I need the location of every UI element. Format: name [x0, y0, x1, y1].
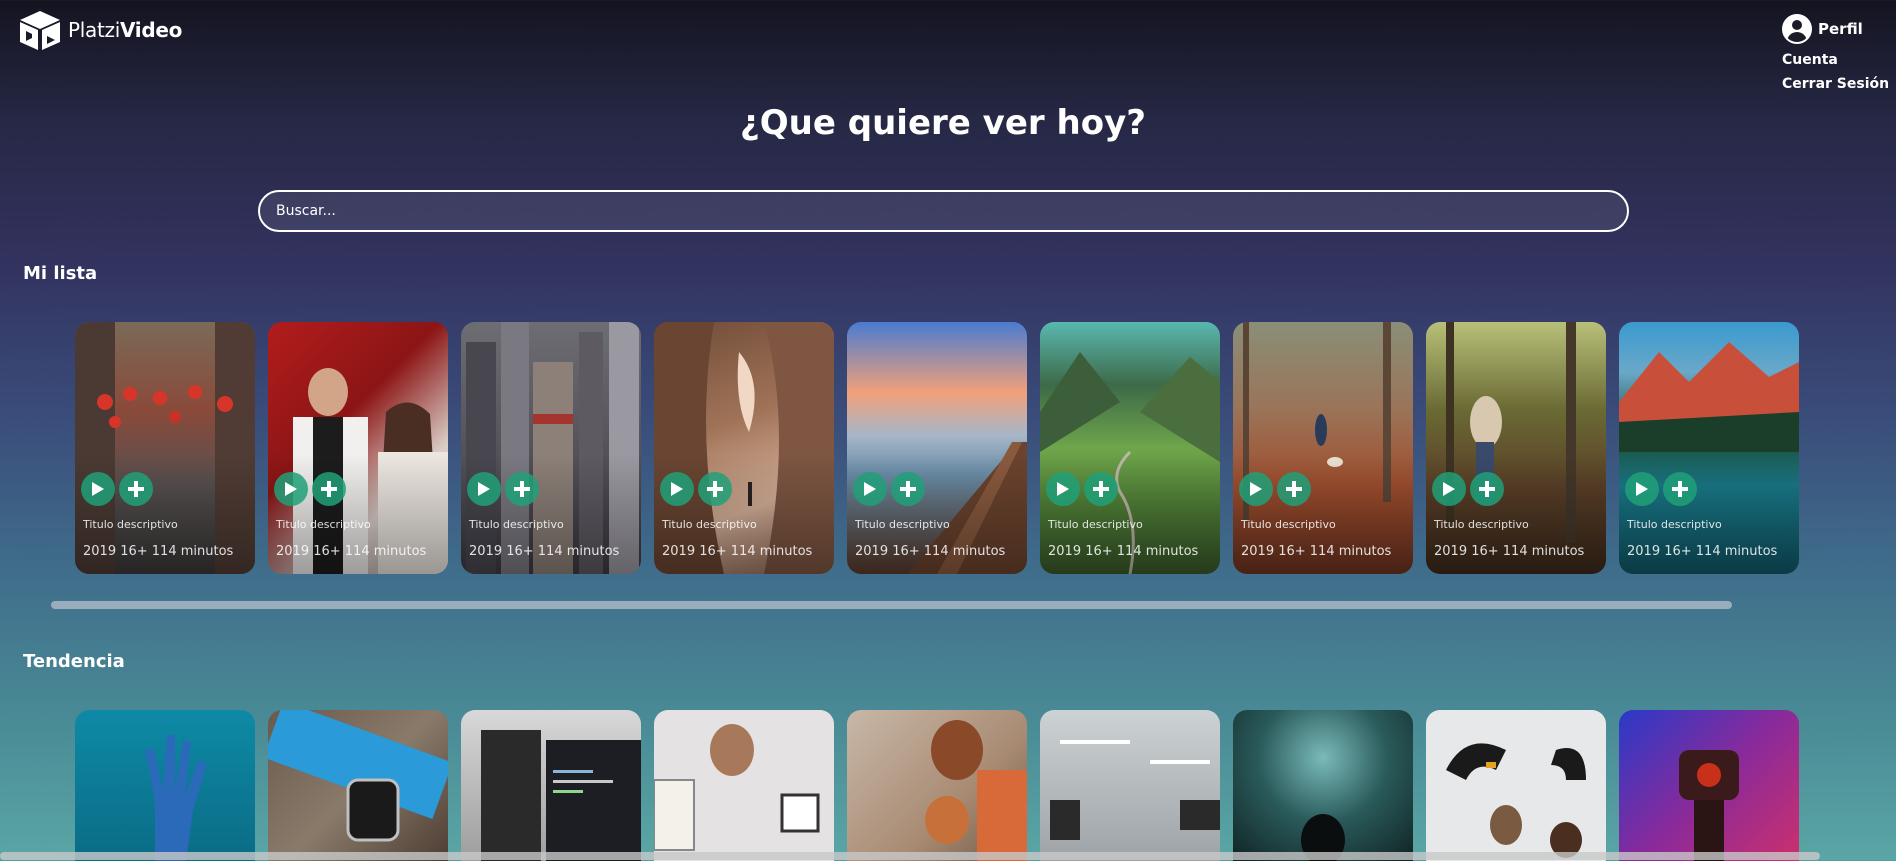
card-actions [81, 472, 153, 506]
card-actions [1625, 472, 1697, 506]
card-meta: 2019 16+ 114 minutos [1048, 544, 1199, 559]
play-icon[interactable] [81, 472, 115, 506]
card-title: Titulo descriptivo [855, 518, 950, 531]
card-title: Titulo descriptivo [276, 518, 371, 531]
plus-icon[interactable] [1470, 472, 1504, 506]
play-icon[interactable] [467, 472, 501, 506]
computer-code-image [481, 730, 641, 861]
card-actions [1432, 472, 1504, 506]
robot-neon-image [1679, 750, 1739, 861]
carousel-item[interactable]: Titulo descriptivo 2019 16+ 114 minutos [1426, 322, 1606, 574]
play-icon[interactable] [1432, 472, 1466, 506]
carousel-scrollbar[interactable] [51, 601, 1732, 609]
play-icon[interactable] [853, 472, 887, 506]
page-title: ¿Que quiere ver hoy? [740, 103, 1146, 143]
mother-child-laptop-image [925, 720, 1027, 861]
wall-decor-image [654, 724, 820, 851]
card-title: Titulo descriptivo [1241, 518, 1336, 531]
menu-item-cuenta[interactable]: Cuenta [1782, 52, 1889, 68]
page-scrollbar[interactable] [0, 852, 1820, 860]
play-icon[interactable] [660, 472, 694, 506]
robot-arms-lab-image [1446, 743, 1586, 858]
card-title: Titulo descriptivo [662, 518, 757, 531]
plus-icon[interactable] [1277, 472, 1311, 506]
play-icon[interactable] [274, 472, 308, 506]
card-meta: 2019 16+ 114 minutos [83, 544, 234, 559]
card-title: Titulo descriptivo [83, 518, 178, 531]
carousel-mi-lista[interactable]: Titulo descriptivo 2019 16+ 114 minutos … [75, 322, 1799, 574]
carousel-item[interactable] [268, 710, 448, 861]
card-meta: 2019 16+ 114 minutos [1241, 544, 1392, 559]
logo[interactable]: PlatziVideo [18, 9, 182, 51]
plus-icon[interactable] [312, 472, 346, 506]
card-meta: 2019 16+ 114 minutos [469, 544, 620, 559]
carousel-item[interactable] [1233, 710, 1413, 861]
card-title: Titulo descriptivo [1048, 518, 1143, 531]
card-meta: 2019 16+ 114 minutos [276, 544, 427, 559]
carousel-item[interactable] [1619, 710, 1799, 861]
logo-text-light: Platzi [68, 18, 120, 42]
logo-text: PlatziVideo [68, 18, 182, 42]
plus-icon[interactable] [698, 472, 732, 506]
carousel-item[interactable]: Titulo descriptivo 2019 16+ 114 minutos [1619, 322, 1799, 574]
card-actions [660, 472, 732, 506]
plus-icon[interactable] [891, 472, 925, 506]
plus-icon[interactable] [119, 472, 153, 506]
card-actions [853, 472, 925, 506]
profile-menu: Perfil Cuenta Cerrar Sesión [1782, 14, 1889, 92]
carousel-item[interactable]: Titulo descriptivo 2019 16+ 114 minutos [654, 322, 834, 574]
carousel-item[interactable]: Titulo descriptivo 2019 16+ 114 minutos [1040, 322, 1220, 574]
profile-label: Perfil [1818, 20, 1863, 38]
user-avatar-icon [1782, 14, 1812, 44]
carousel-item[interactable] [75, 710, 255, 861]
carousel-item[interactable] [654, 710, 834, 861]
card-title: Titulo descriptivo [469, 518, 564, 531]
header: PlatziVideo Perfil Cuenta Cerrar Sesión [0, 0, 1896, 92]
section-title-tendencia: Tendencia [23, 651, 125, 672]
carousel-item[interactable]: Titulo descriptivo 2019 16+ 114 minutos [847, 322, 1027, 574]
carousel-tendencia[interactable] [75, 710, 1799, 861]
carousel-item[interactable]: Titulo descriptivo 2019 16+ 114 minutos [268, 322, 448, 574]
smartwatch-image [268, 710, 448, 842]
card-meta: 2019 16+ 114 minutos [1627, 544, 1778, 559]
carousel-item[interactable]: Titulo descriptivo 2019 16+ 114 minutos [461, 322, 641, 574]
card-title: Titulo descriptivo [1627, 518, 1722, 531]
card-meta: 2019 16+ 114 minutos [855, 544, 1006, 559]
robot-hand-image [145, 735, 207, 861]
silhouette-light-image [1301, 814, 1345, 861]
card-title: Titulo descriptivo [1434, 518, 1529, 531]
plus-icon[interactable] [1663, 472, 1697, 506]
section-title-mi-lista: Mi lista [23, 263, 98, 284]
office-space-image [1050, 740, 1220, 840]
carousel-item[interactable]: Titulo descriptivo 2019 16+ 114 minutos [1233, 322, 1413, 574]
card-meta: 2019 16+ 114 minutos [1434, 544, 1585, 559]
card-meta: 2019 16+ 114 minutos [662, 544, 813, 559]
card-actions [467, 472, 539, 506]
carousel-item[interactable] [1040, 710, 1220, 861]
card-actions [1239, 472, 1311, 506]
carousel-item[interactable]: Titulo descriptivo 2019 16+ 114 minutos [75, 322, 255, 574]
search-input[interactable] [258, 190, 1629, 232]
card-actions [1046, 472, 1118, 506]
carousel-item[interactable] [461, 710, 641, 861]
play-icon[interactable] [1239, 472, 1273, 506]
carousel-item[interactable] [847, 710, 1027, 861]
plus-icon[interactable] [505, 472, 539, 506]
play-icon[interactable] [1046, 472, 1080, 506]
logo-text-bold: Video [119, 18, 183, 42]
play-icon[interactable] [1625, 472, 1659, 506]
box-play-logo-icon [20, 11, 60, 50]
plus-icon[interactable] [1084, 472, 1118, 506]
card-actions [274, 472, 346, 506]
menu-item-cerrar-sesion[interactable]: Cerrar Sesión [1782, 76, 1889, 92]
profile-button[interactable]: Perfil [1782, 14, 1889, 44]
carousel-item[interactable] [1426, 710, 1606, 861]
